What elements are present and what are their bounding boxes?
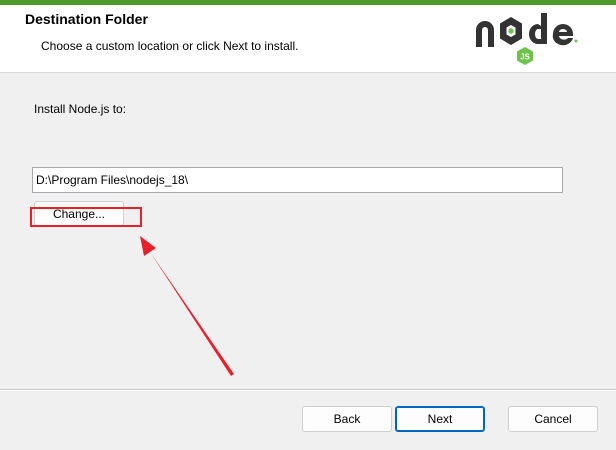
change-button[interactable]: Change... <box>34 201 124 226</box>
cancel-button[interactable]: Cancel <box>508 406 598 432</box>
page-title: Destination Folder <box>25 11 148 27</box>
nodejs-logo-icon: JS <box>470 7 582 73</box>
install-location-label: Install Node.js to: <box>34 102 127 116</box>
back-button[interactable]: Back <box>302 406 392 432</box>
next-button[interactable]: Next <box>395 406 485 432</box>
svg-text:JS: JS <box>520 53 530 62</box>
page-subtitle: Choose a custom location or click Next t… <box>41 39 299 53</box>
footer-divider <box>0 389 616 391</box>
header-panel: Destination Folder Choose a custom locat… <box>0 5 616 73</box>
install-path-input[interactable] <box>32 167 563 193</box>
